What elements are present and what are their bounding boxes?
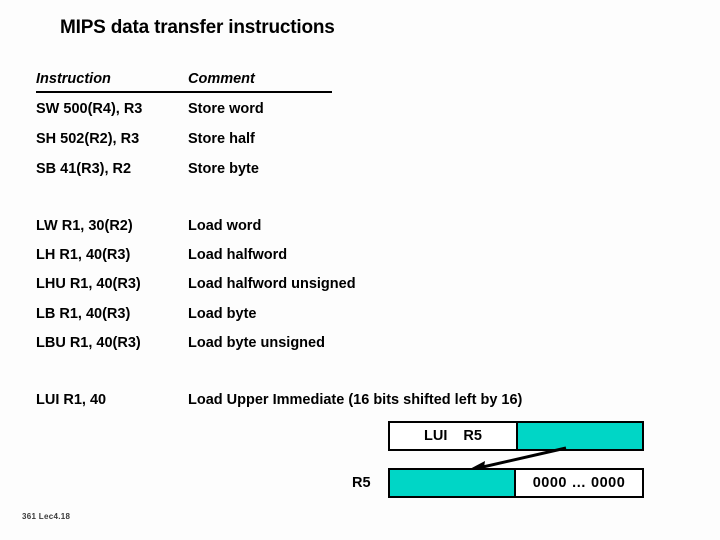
table-row: LUI R1, 40 Load Upper Immediate (16 bits…	[36, 392, 676, 412]
instruction-mnemonic: LW R1, 30(R2)	[36, 218, 133, 234]
instruction-comment: Store word	[188, 101, 264, 117]
table-row: SW 500(R4), R3 Store word	[36, 101, 676, 121]
table-row: LBU R1, 40(R3) Load byte unsigned	[36, 335, 676, 355]
instruction-mnemonic: LH R1, 40(R3)	[36, 247, 131, 263]
instruction-comment: Load byte unsigned	[188, 335, 325, 351]
table-header-row: Instruction Comment	[36, 71, 332, 93]
register-upper-half-field	[390, 470, 516, 496]
instruction-comment: Load word	[188, 218, 262, 234]
slide: MIPS data transfer instructions Instruct…	[0, 0, 720, 540]
table-row: LB R1, 40(R3) Load byte	[36, 306, 676, 326]
register-word-box: 0000 … 0000	[388, 468, 644, 498]
register-label: R5	[463, 428, 482, 444]
instruction-mnemonic: SH 502(R2), R3	[36, 131, 140, 147]
table-row: SH 502(R2), R3 Store half	[36, 131, 676, 151]
instruction-comment: Load byte	[188, 306, 257, 322]
instruction-comment: Store half	[188, 131, 255, 147]
table-row: LHU R1, 40(R3) Load halfword unsigned	[36, 276, 676, 296]
destination-register-label: R5	[352, 475, 371, 491]
register-lower-half-field: 0000 … 0000	[532, 475, 626, 491]
page-title: MIPS data transfer instructions	[60, 17, 335, 38]
table-row: LW R1, 30(R2) Load word	[36, 218, 676, 238]
column-header-instruction: Instruction	[36, 71, 111, 87]
instruction-mnemonic: SW 500(R4), R3	[36, 101, 143, 117]
instruction-mnemonic: LHU R1, 40(R3)	[36, 276, 141, 292]
instruction-comment: Load halfword	[188, 247, 288, 263]
instruction-mnemonic: LBU R1, 40(R3)	[36, 335, 141, 351]
instruction-mnemonic: SB 41(R3), R2	[36, 161, 132, 177]
column-header-comment: Comment	[188, 71, 255, 87]
instruction-mnemonic: LUI R1, 40	[36, 392, 107, 408]
opcode-label: LUI	[424, 428, 448, 444]
instruction-comment: Store byte	[188, 161, 259, 177]
instruction-mnemonic: LB R1, 40(R3)	[36, 306, 131, 322]
slide-footer: 361 Lec4.18	[22, 512, 71, 521]
table-row: SB 41(R3), R2 Store byte	[36, 161, 676, 181]
instruction-comment: Load halfword unsigned	[188, 276, 356, 292]
instruction-comment: Load Upper Immediate (16 bits shifted le…	[188, 392, 523, 408]
table-row: LH R1, 40(R3) Load halfword	[36, 247, 676, 267]
